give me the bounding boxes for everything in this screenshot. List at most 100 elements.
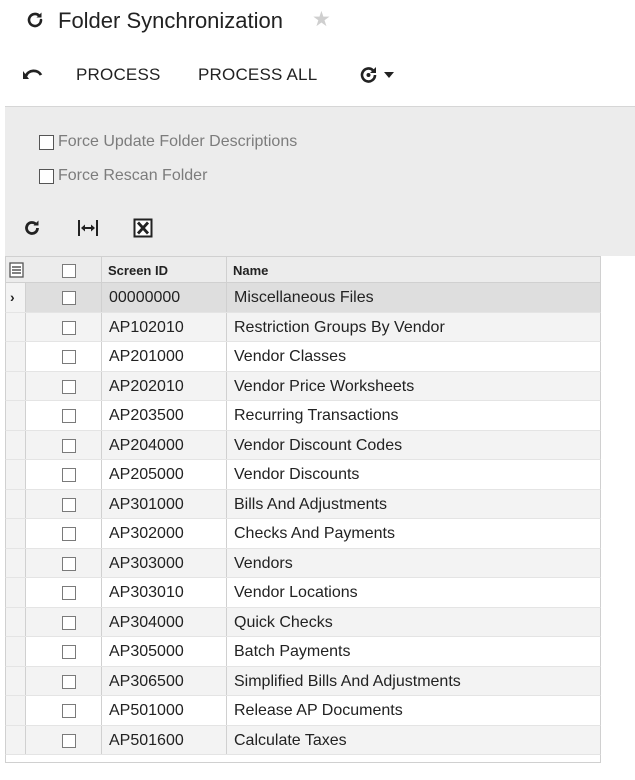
table-row[interactable]: AP304000 Quick Checks <box>5 607 601 637</box>
screen-id-cell: AP204000 <box>109 436 184 454</box>
refresh-dropdown-icon <box>360 67 377 83</box>
screen-id-cell: AP305000 <box>109 643 184 660</box>
row-checkbox[interactable] <box>62 438 76 453</box>
folders-grid: Screen ID Name › 00000000 Miscellaneous Fi… <box>5 256 601 763</box>
row-checkbox[interactable] <box>62 704 76 718</box>
row-checkbox[interactable] <box>62 527 76 541</box>
row-checkbox[interactable] <box>62 468 76 482</box>
screen-id-cell: AP501600 <box>109 731 184 749</box>
screen-id-cell: AP301000 <box>109 495 184 513</box>
name-cell: Vendor Locations <box>234 584 358 601</box>
row-selector[interactable]: › <box>6 283 26 312</box>
force-update-label: Force Update Folder Descriptions <box>58 133 298 150</box>
column-header-screen-id[interactable]: Screen ID <box>108 263 168 278</box>
refresh-dropdown-button[interactable] <box>358 63 402 87</box>
table-row[interactable]: AP303000 Vendors <box>5 548 601 578</box>
row-selector[interactable] <box>6 342 26 371</box>
table-row[interactable]: AP303010 Vendor Locations <box>5 578 601 608</box>
process-all-button[interactable]: PROCESS ALL <box>198 65 317 85</box>
chevron-right-icon: › <box>10 289 15 305</box>
row-checkbox[interactable] <box>62 497 76 512</box>
screen-id-cell: AP203500 <box>109 407 184 424</box>
fit-columns-icon[interactable] <box>75 215 101 241</box>
table-row[interactable]: AP301000 Bills And Adjustments <box>5 489 601 519</box>
screen-id-cell: AP201000 <box>109 348 184 365</box>
screen-id-cell: AP205000 <box>109 466 184 483</box>
row-checkbox[interactable] <box>62 615 76 630</box>
row-selector[interactable] <box>6 696 26 725</box>
process-button[interactable]: PROCESS <box>76 65 161 85</box>
row-checkbox[interactable] <box>62 645 76 659</box>
row-selector[interactable] <box>6 519 26 548</box>
force-update-checkbox[interactable] <box>39 134 54 150</box>
row-selector[interactable] <box>6 578 26 607</box>
screen-id-cell: AP302000 <box>109 525 184 542</box>
undo-icon[interactable] <box>22 64 44 84</box>
table-row[interactable]: AP501000 Release AP Documents <box>5 696 601 726</box>
row-selector[interactable] <box>6 607 26 636</box>
force-update-option[interactable]: Force Update Folder Descriptions <box>39 133 297 151</box>
row-selector[interactable] <box>6 371 26 400</box>
name-cell: Vendor Discounts <box>234 466 360 483</box>
table-row[interactable]: AP305000 Batch Payments <box>5 637 601 667</box>
name-cell: Simplified Bills And Adjustments <box>234 672 461 690</box>
column-settings-icon[interactable] <box>9 262 24 278</box>
screen-id-cell: AP303010 <box>109 584 184 601</box>
name-cell: Checks And Payments <box>234 525 395 542</box>
table-row[interactable]: AP204000 Vendor Discount Codes <box>5 430 601 460</box>
row-selector[interactable] <box>6 725 26 754</box>
table-row[interactable]: AP205000 Vendor Discounts <box>5 460 601 490</box>
column-header-name[interactable]: Name <box>233 263 268 278</box>
row-checkbox[interactable] <box>62 674 76 689</box>
table-row[interactable]: AP201000 Vendor Classes <box>5 342 601 372</box>
row-checkbox[interactable] <box>62 379 76 394</box>
row-checkbox[interactable] <box>62 350 76 364</box>
table-row[interactable]: AP302000 Checks And Payments <box>5 519 601 549</box>
star-icon[interactable]: ★ <box>312 9 331 30</box>
page-title: Folder Synchronization <box>58 8 284 33</box>
row-selector[interactable] <box>6 489 26 518</box>
excel-export-icon[interactable] <box>130 215 156 241</box>
force-rescan-label: Force Rescan Folder <box>58 167 208 184</box>
row-checkbox[interactable] <box>62 733 76 748</box>
name-cell: Vendor Price Worksheets <box>234 377 415 395</box>
row-checkbox[interactable] <box>62 586 76 600</box>
name-cell: Quick Checks <box>234 613 333 631</box>
refresh-icon[interactable] <box>25 10 45 30</box>
chevron-down-icon <box>384 72 394 78</box>
row-selector[interactable] <box>6 666 26 695</box>
row-checkbox[interactable] <box>62 320 76 335</box>
row-selector[interactable] <box>6 460 26 489</box>
row-checkbox[interactable] <box>62 556 76 571</box>
table-row[interactable]: AP202010 Vendor Price Worksheets <box>5 371 601 401</box>
row-selector[interactable] <box>6 312 26 341</box>
screen-id-cell: AP304000 <box>109 613 184 631</box>
name-cell: Bills And Adjustments <box>234 495 387 513</box>
row-selector[interactable] <box>6 430 26 459</box>
force-rescan-option[interactable]: Force Rescan Folder <box>39 167 207 185</box>
screen-id-cell: AP202010 <box>109 377 184 395</box>
table-row[interactable]: AP306500 Simplified Bills And Adjustments <box>5 666 601 696</box>
screen-id-cell: AP303000 <box>109 554 184 572</box>
grid-refresh-icon[interactable] <box>19 215 45 241</box>
row-selector[interactable] <box>6 548 26 577</box>
select-all-checkbox[interactable] <box>62 264 76 278</box>
screen-id-cell: AP501000 <box>109 702 184 719</box>
filter-panel: Force Update Folder Descriptions Force R… <box>5 106 635 256</box>
table-row[interactable]: AP203500 Recurring Transactions <box>5 401 601 431</box>
screen-id-cell: AP306500 <box>109 672 184 690</box>
row-checkbox[interactable] <box>62 291 76 305</box>
name-cell: Miscellaneous Files <box>234 289 374 306</box>
name-cell: Batch Payments <box>234 643 351 660</box>
name-cell: Vendors <box>234 554 293 572</box>
name-cell: Calculate Taxes <box>234 731 347 749</box>
table-row[interactable]: AP102010 Restriction Groups By Vendor <box>5 312 601 342</box>
table-row[interactable]: › 00000000 Miscellaneous Files <box>5 283 601 313</box>
force-rescan-checkbox[interactable] <box>39 168 54 184</box>
table-row[interactable]: AP501600 Calculate Taxes <box>5 725 601 755</box>
row-selector[interactable] <box>6 401 26 430</box>
row-selector[interactable] <box>6 637 26 666</box>
screen-id-cell: 00000000 <box>109 289 181 306</box>
grid-header: Screen ID Name <box>5 256 601 283</box>
row-checkbox[interactable] <box>62 409 76 423</box>
